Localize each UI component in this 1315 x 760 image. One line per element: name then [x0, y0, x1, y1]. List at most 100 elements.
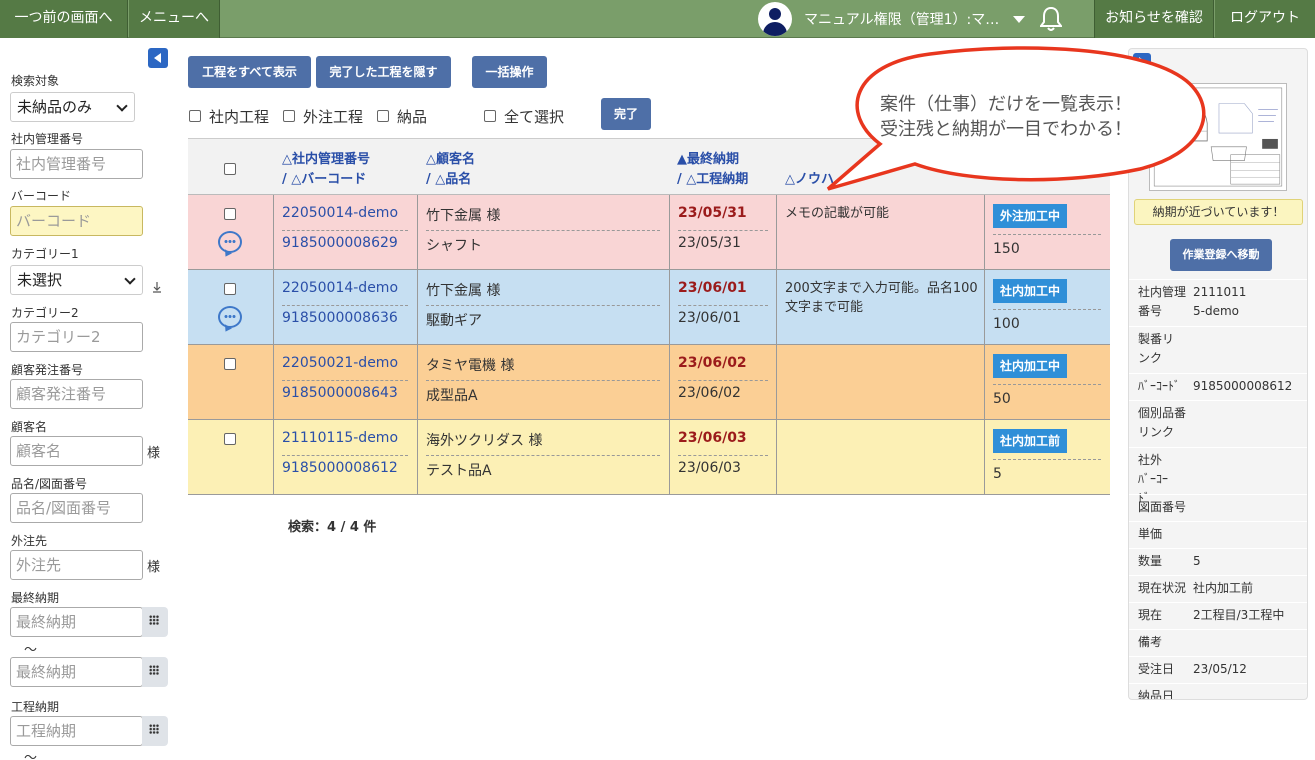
sort-product[interactable]: / △品名: [426, 168, 471, 187]
table-row[interactable]: 22050021-demo 9185000008643 タミヤ電機 様 成型品A…: [188, 345, 1110, 420]
table-row[interactable]: 22050014-demo 9185000008629 竹下金属 様 シャフト …: [188, 195, 1110, 270]
final-due: 23/05/31: [678, 205, 747, 221]
drawing-thumbnail[interactable]: [1149, 83, 1287, 191]
detail-key: 単価: [1138, 527, 1163, 541]
delivery-checkbox[interactable]: [377, 110, 389, 122]
sort-knowhow[interactable]: △ノウハ: [785, 168, 834, 187]
bell-icon[interactable]: [1040, 6, 1062, 32]
complete-button[interactable]: 完了: [601, 98, 651, 130]
detail-key: 現在状況: [1138, 581, 1187, 595]
search-target-select[interactable]: 未納品のみ: [10, 92, 135, 122]
row-checkbox[interactable]: [224, 283, 236, 295]
process-due-from-input[interactable]: [10, 716, 143, 746]
sort-customer[interactable]: △顧客名: [426, 148, 475, 167]
vendor-label: 外注先: [11, 534, 48, 548]
mgmt-no-link[interactable]: 22050021-demo: [282, 355, 398, 371]
sort-icon[interactable]: [152, 281, 162, 293]
search-count: 検索：4 / 4 件: [288, 520, 377, 535]
chevron-down-icon: [1013, 15, 1026, 23]
internal-label: 社内工程: [209, 107, 270, 126]
status-badge: 社内加工中: [993, 354, 1068, 378]
delivery-label: 納品: [397, 107, 428, 126]
internal-checkbox[interactable]: [189, 110, 201, 122]
table-row[interactable]: 22050014-demo 9185000008636 竹下金属 様 駆動ギア …: [188, 270, 1110, 345]
vendor-suffix: 様: [147, 560, 161, 575]
select-all-checkbox[interactable]: [484, 110, 496, 122]
chat-icon[interactable]: [218, 231, 242, 253]
user-menu[interactable]: マニュアル権限（管理1）:マ…: [758, 2, 1026, 36]
due-cell: 23/06/03 23/06/03: [670, 420, 777, 495]
sort-barcode[interactable]: / △バーコード: [282, 168, 366, 187]
detail-row: 数量 5: [1129, 548, 1307, 574]
filter-external[interactable]: 外注工程: [283, 106, 363, 126]
customer-order-input[interactable]: [10, 379, 143, 409]
row-checkbox[interactable]: [224, 208, 236, 220]
detail-key: 現在: [1138, 608, 1163, 622]
table-row[interactable]: 21110115-demo 9185000008612 海外ツクリダス 様 テス…: [188, 420, 1110, 495]
customer-name: 竹下金属 様: [426, 208, 501, 224]
due-cell: 23/06/02 23/06/02: [670, 345, 777, 420]
product-input[interactable]: [10, 493, 143, 523]
chat-icon[interactable]: [218, 306, 242, 328]
memo-text: 200文字まで入力可能。品名100文字まで可能: [785, 281, 978, 315]
mgmt-no-input[interactable]: [10, 149, 143, 179]
header-checkbox[interactable]: [224, 163, 236, 175]
detail-key: 備考: [1138, 635, 1163, 649]
collapse-sidebar-button[interactable]: [148, 48, 168, 68]
sort-process-due[interactable]: / △工程納期: [677, 168, 748, 187]
mgmt-cell: 22050021-demo 9185000008643: [274, 345, 418, 420]
quantity: 5: [993, 466, 1002, 482]
calendar-icon[interactable]: [142, 607, 168, 637]
barcode-link[interactable]: 9185000008643: [282, 385, 398, 401]
barcode-input[interactable]: [10, 206, 143, 236]
bulk-operation-button[interactable]: 一括操作: [472, 56, 547, 88]
barcode-link[interactable]: 9185000008629: [282, 235, 398, 251]
customer-cell: 海外ツクリダス 様 テスト品A: [418, 420, 670, 495]
go-to-work-entry-button[interactable]: 作業登録へ移動: [1170, 239, 1272, 271]
detail-row: 製番リンク: [1129, 326, 1307, 372]
mgmt-no-link[interactable]: 22050014-demo: [282, 280, 398, 296]
filter-internal[interactable]: 社内工程: [189, 106, 269, 126]
select-all[interactable]: 全て選択: [484, 106, 564, 126]
category1-label: カテゴリー1: [11, 247, 79, 261]
sort-final-due[interactable]: ▲最終納期: [677, 148, 739, 167]
show-all-processes-button[interactable]: 工程をすべて表示: [188, 56, 311, 88]
search-sidebar: 検索対象 未納品のみ 社内管理番号 バーコード カテゴリー1 未選択 カテゴリー…: [0, 39, 180, 760]
notices-button[interactable]: お知らせを確認: [1094, 0, 1214, 38]
calendar-icon[interactable]: [142, 716, 168, 746]
search-target-label: 検索対象: [11, 74, 60, 88]
status-badge: 外注加工中: [993, 204, 1068, 228]
collapse-panel-button[interactable]: [1133, 53, 1151, 71]
row-checkbox[interactable]: [224, 433, 236, 445]
final-due-to-input[interactable]: [10, 657, 143, 687]
detail-row: 現在 2工程目/3工程中: [1129, 602, 1307, 628]
barcode-link[interactable]: 9185000008612: [282, 460, 398, 476]
back-button[interactable]: 一つ前の画面へ: [0, 0, 128, 38]
status-cell: 外注加工中 150: [985, 195, 1110, 270]
external-label: 外注工程: [303, 107, 364, 126]
row-checkbox[interactable]: [224, 358, 236, 370]
quantity: 100: [993, 316, 1020, 332]
category2-input[interactable]: [10, 322, 143, 352]
calendar-icon[interactable]: [142, 657, 168, 687]
mgmt-no-link[interactable]: 21110115-demo: [282, 430, 398, 446]
sort-status[interactable]: /: [992, 168, 997, 183]
vendor-input[interactable]: [10, 550, 143, 580]
detail-row: 社内管理番号 21110115-demo: [1129, 279, 1307, 325]
sort-mgmt-no[interactable]: △社内管理番号: [282, 148, 370, 167]
table-header: △社内管理番号 / △バーコード △顧客名 / △品名 ▲最終納期 / △工程納…: [188, 138, 1110, 195]
filter-delivery[interactable]: 納品: [377, 106, 427, 126]
final-due-from-input[interactable]: [10, 607, 143, 637]
category1-select[interactable]: 未選択: [10, 265, 143, 295]
barcode-link[interactable]: 9185000008636: [282, 310, 398, 326]
status-cell: 社内加工中 50: [985, 345, 1110, 420]
process-due: 23/06/02: [678, 385, 741, 401]
mgmt-no-link[interactable]: 22050014-demo: [282, 205, 398, 221]
logout-button[interactable]: ログアウト: [1215, 0, 1315, 38]
customer-input[interactable]: [10, 436, 143, 466]
external-checkbox[interactable]: [283, 110, 295, 122]
status-badge: 社内加工前: [993, 429, 1068, 453]
hide-completed-button[interactable]: 完了した工程を隠す: [316, 56, 451, 88]
bubble-text: 案件（仕事）だけを一覧表示！ 受注残と納期が一目でわかる！: [880, 92, 1132, 142]
menu-button[interactable]: メニューへ: [129, 0, 220, 38]
